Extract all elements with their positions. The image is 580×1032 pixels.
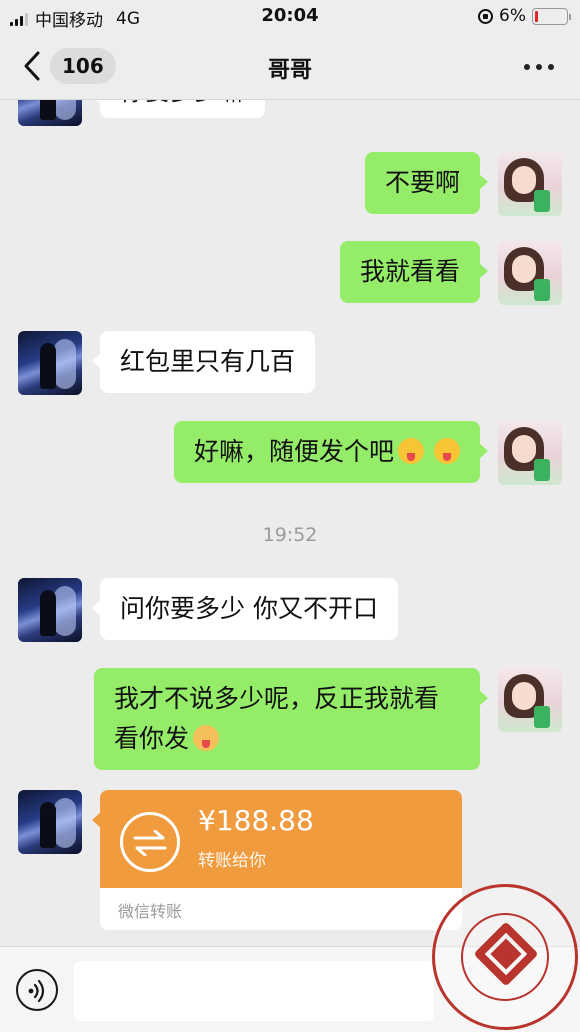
message-bubble-outgoing[interactable]: 我才不说多少呢，反正我就看 看你发 [94,668,488,770]
voice-icon [28,980,45,1002]
message-bubble-incoming[interactable]: 红包里只有几百 [91,331,316,393]
message-timestamp: 19:52 [262,524,318,546]
chevron-left-icon [24,51,40,81]
message-bubble-incoming[interactable]: 你要多少嘛 [91,100,266,118]
message-bubble-outgoing[interactable]: 我就看看 [339,241,489,303]
message-text: 好嘛，随便发个吧 [193,437,394,466]
squinting-tongue-emoji-icon [398,438,424,464]
transfer-amount: ¥188.88 [198,804,314,837]
my-avatar[interactable] [498,421,562,485]
battery-percent: 6% [499,6,526,26]
my-avatar[interactable] [498,152,562,216]
message-bubble-incoming[interactable]: 问你要多少 你又不开口 [92,578,398,640]
status-bar: 中国移动 4G 20:04 6% [0,0,580,32]
transfer-footer: 微信转账 [118,902,183,921]
battery-level [535,10,538,22]
contact-avatar[interactable] [18,790,82,854]
more-options-button[interactable] [524,64,554,70]
voice-input-button[interactable] [16,969,58,1011]
money-transfer-card[interactable]: ¥188.88 转账给你 微信转账 [100,790,462,930]
more-dots-icon [524,64,530,70]
squinting-tongue-emoji-icon [434,438,460,464]
unread-count-badge[interactable]: 106 [50,48,116,84]
message-text-line: 我才不说多少呢，反正我就看 [114,684,440,713]
transfer-arrows-icon [120,812,180,872]
contact-avatar[interactable] [18,578,82,642]
contact-avatar[interactable] [18,331,82,395]
chat-header: 106 哥哥 [0,32,580,100]
message-bubble-outgoing[interactable]: 不要啊 [364,152,489,214]
battery-icon [532,7,571,25]
transfer-note: 转账给你 [198,851,266,871]
message-bubble-outgoing[interactable]: 好嘛，随便发个吧 [173,421,489,483]
watermark-seal-icon [432,884,578,1030]
thinking-emoji-icon [193,725,220,751]
message-list[interactable]: 你要多少嘛 不要啊 我就看看 红包里只有几百 好嘛，随便发个吧 19:52 问你… [0,100,580,946]
contact-avatar[interactable] [18,100,82,126]
back-button[interactable] [22,51,46,81]
my-avatar[interactable] [498,668,562,732]
message-text-line: 看你发 [114,724,190,753]
my-avatar[interactable] [498,241,562,305]
rotation-lock-icon [478,8,494,24]
message-input[interactable] [74,961,434,1021]
